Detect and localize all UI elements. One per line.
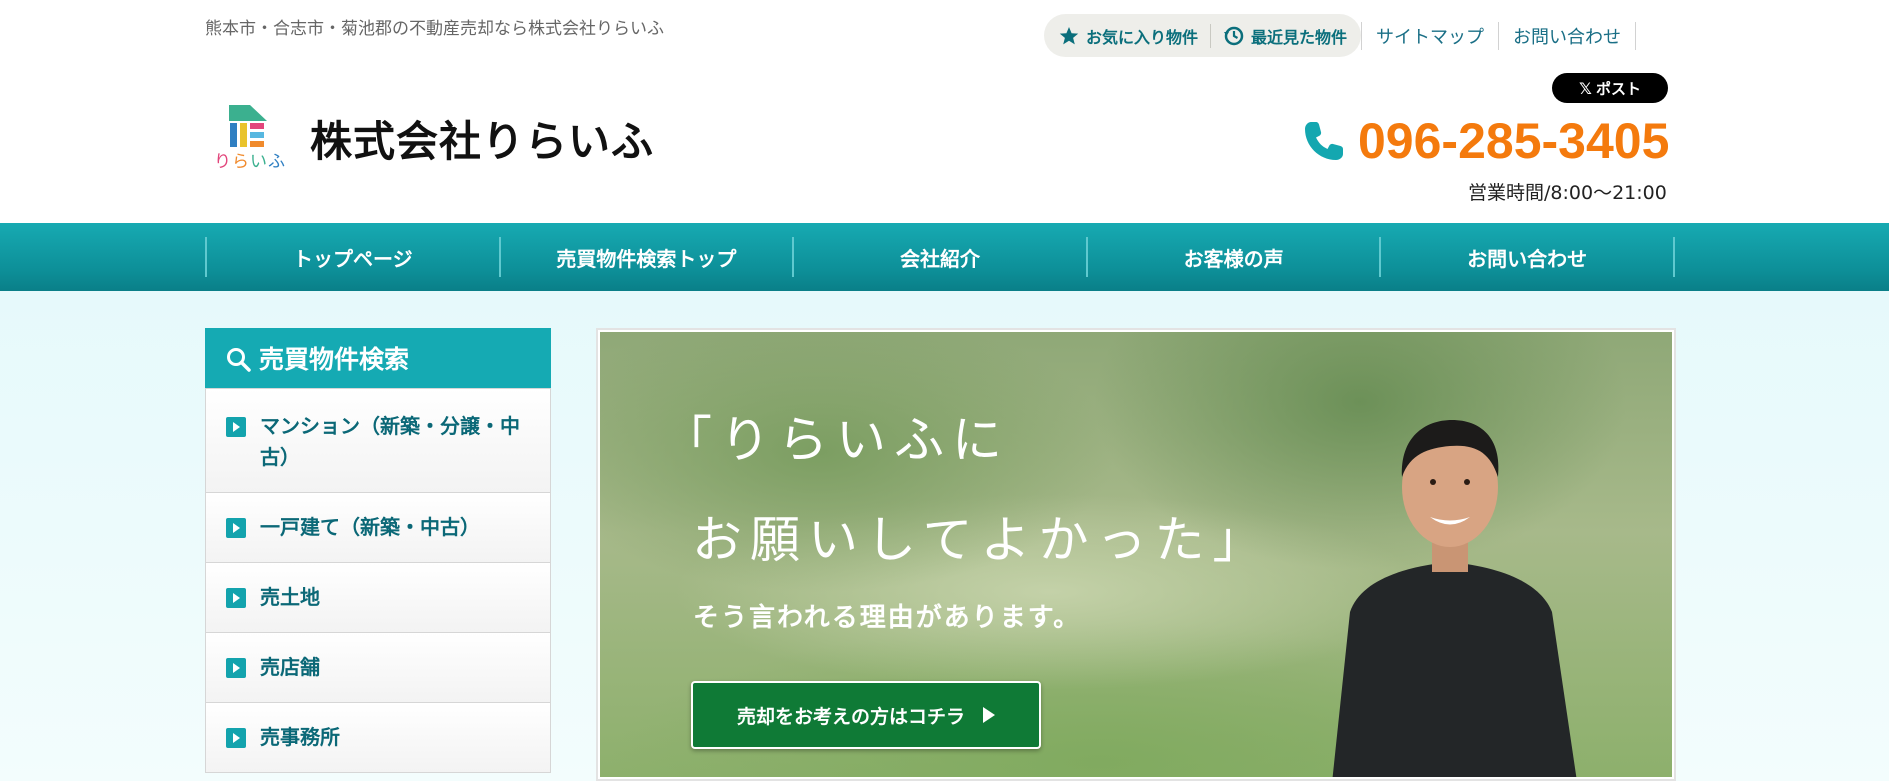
sidebar-header: 売買物件検索 [205, 328, 551, 388]
sidebar-search: 売買物件検索 マンション（新築・分譲・中古） 一戸建て（新築・中古） 売土地 売… [205, 328, 551, 781]
man-photo-icon [1332, 420, 1577, 777]
hero-banner: 「りらいふに お願いしてよかった」 そう言われる理由があります。 売却をお考えの… [596, 328, 1676, 781]
nav-item-company[interactable]: 会社紹介 [794, 237, 1088, 277]
company-name[interactable]: 株式会社りらいふ [310, 108, 654, 169]
sell-cta-button[interactable]: 売却をお考えの方はコチラ [691, 681, 1041, 749]
arrow-right-icon [226, 417, 246, 437]
hero-subtitle: そう言われる理由があります。 [693, 603, 1082, 633]
business-hours: 営業時間/8:00～21:00 [1468, 182, 1667, 204]
contact-link[interactable]: お問い合わせ [1498, 21, 1635, 50]
pill-divider [1210, 23, 1212, 48]
site-header: 熊本市・合志市・菊池郡の不動産売却なら株式会社りらいふ お気に入り物件 最近見た… [0, 0, 1889, 223]
hero-photo: 「りらいふに お願いしてよかった」 そう言われる理由があります。 売却をお考えの… [600, 332, 1672, 777]
star-icon [1058, 25, 1080, 47]
sidebar-item-mansion[interactable]: マンション（新築・分譲・中古） [206, 388, 550, 492]
main-content: 売買物件検索 マンション（新築・分譲・中古） 一戸建て（新築・中古） 売土地 売… [0, 291, 1889, 781]
sidebar-item-label: 売店舗 [260, 655, 320, 679]
nav-item-search-top[interactable]: 売買物件検索トップ [501, 237, 795, 277]
site-tagline: 熊本市・合志市・菊池郡の不動産売却なら株式会社りらいふ [205, 19, 664, 39]
arrow-right-icon [226, 587, 246, 608]
company-logo[interactable]: りらいふ [205, 101, 291, 178]
sidebar-item-store[interactable]: 売店舗 [206, 632, 550, 702]
history-icon [1223, 25, 1245, 47]
global-nav-list: トップページ 売買物件検索トップ 会社紹介 お客様の声 お問い合わせ [205, 237, 1675, 277]
sell-cta-label: 売却をお考えの方はコチラ [736, 705, 965, 728]
sidebar-item-office[interactable]: 売事務所 [206, 702, 550, 772]
sidebar-title: 売買物件検索 [259, 345, 410, 374]
arrow-right-icon [226, 517, 246, 538]
arrow-right-icon [226, 657, 246, 678]
util-divider [1635, 21, 1637, 50]
logo-text: りらいふ [214, 152, 286, 172]
sidebar-item-label: 一戸建て（新築・中古） [260, 515, 480, 539]
arrow-right-icon [226, 727, 246, 748]
phone-number: 096-285-3405 [1358, 113, 1670, 169]
sidebar-item-house[interactable]: 一戸建て（新築・中古） [206, 492, 550, 562]
sidebar-item-label: 売事務所 [260, 725, 340, 749]
sitemap-link[interactable]: サイトマップ [1361, 21, 1498, 50]
favorites-label: お気に入り物件 [1086, 27, 1199, 47]
search-icon [227, 348, 251, 372]
house-logo-icon [229, 105, 267, 147]
nav-item-contact[interactable]: お問い合わせ [1381, 237, 1675, 277]
bookmark-pill: お気に入り物件 最近見た物件 [1044, 14, 1362, 57]
sidebar-item-label: 売土地 [260, 585, 320, 609]
x-post-label: ポスト [1595, 79, 1641, 98]
hero-quote-line2: お願いしてよかった」 [692, 511, 1271, 569]
nav-item-top[interactable]: トップページ [207, 237, 501, 277]
hero-quote-line1: 「りらいふに [662, 411, 1010, 469]
favorites-link[interactable]: お気に入り物件 [1058, 24, 1198, 48]
recent-label: 最近見た物件 [1251, 27, 1348, 47]
utility-nav: お気に入り物件 最近見た物件 サイトマップ お問い合わせ [1044, 14, 1637, 57]
sidebar-item-land[interactable]: 売土地 [206, 562, 550, 632]
global-nav: トップページ 売買物件検索トップ 会社紹介 お客様の声 お問い合わせ [0, 223, 1889, 291]
play-arrow-icon [983, 707, 995, 723]
recent-link[interactable]: 最近見た物件 [1223, 24, 1347, 48]
sidebar-item-label: マンション（新築・分譲・中古） [260, 414, 520, 469]
nav-item-voices[interactable]: お客様の声 [1088, 237, 1382, 277]
x-logo-icon: 𝕏 [1579, 78, 1592, 98]
phone-icon [1305, 122, 1343, 160]
x-post-button[interactable]: 𝕏 ポスト [1552, 73, 1668, 103]
sidebar-list: マンション（新築・分譲・中古） 一戸建て（新築・中古） 売土地 売店舗 売事務所 [205, 388, 551, 773]
phone-block[interactable]: 096-285-3405 [1302, 112, 1669, 170]
